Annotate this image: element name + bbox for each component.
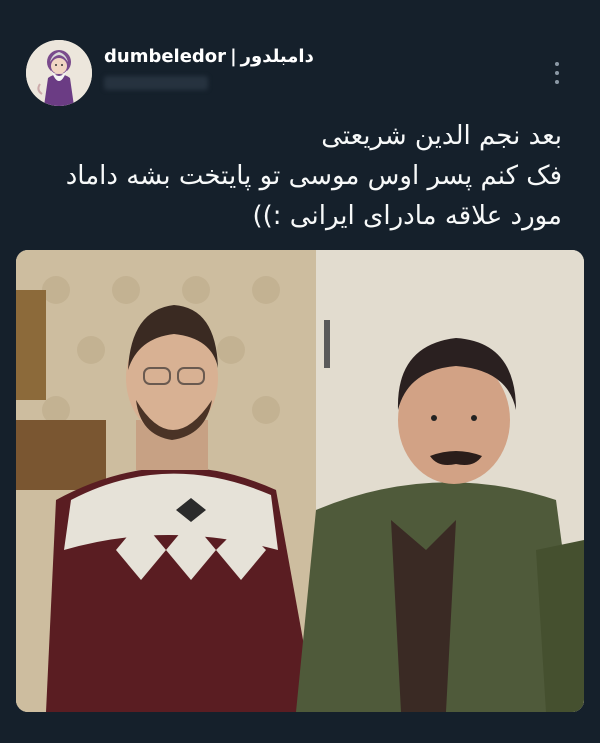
tweet-card: dumbeledor | دامبلدور بعد نجم الدین شریع…: [0, 0, 600, 743]
tweet-line: مورد علاقه مادرای ایرانی :)): [252, 201, 563, 231]
author-display-name-fa[interactable]: دامبلدور: [241, 46, 314, 67]
more-dot: [555, 62, 559, 66]
author-name-row[interactable]: dumbeledor | دامبلدور: [104, 46, 314, 67]
more-options-icon[interactable]: [546, 58, 568, 88]
name-separator: |: [230, 46, 237, 67]
author-display-name[interactable]: dumbeledor: [104, 46, 226, 67]
author-handle-blurred: [104, 76, 208, 90]
tweet-photo[interactable]: [16, 250, 584, 712]
more-dot: [555, 71, 559, 75]
photo-two-men-icon: [16, 250, 584, 712]
tweet-line: بعد نجم الدین شریعتی: [321, 121, 562, 151]
tweet-text: بعد نجم الدین شریعتی فک کنم پسر اوس موسی…: [32, 116, 562, 236]
more-dot: [555, 80, 559, 84]
tweet-line: فک کنم پسر اوس موسی تو پایتخت بشه داماد: [65, 161, 562, 191]
wizard-avatar-icon: [26, 40, 92, 106]
avatar[interactable]: [26, 40, 92, 106]
